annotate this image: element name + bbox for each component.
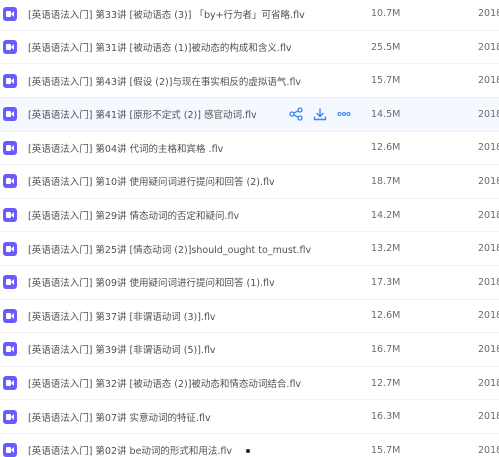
more-icon[interactable] [336,106,352,122]
file-date: 2018- [478,377,499,389]
video-file-icon [3,140,17,155]
file-row[interactable]: [英语语法入门] 第32讲 [被动语态 (2)]被动态和情态动词结合.flv 12… [0,367,499,401]
row-actions [288,98,352,131]
file-date: 2018- [478,276,499,288]
file-date: 2018- [478,175,499,187]
video-file-icon [3,241,17,256]
file-name[interactable]: [英语语法入门] 第29讲 情态动词的否定和疑问.flv [28,199,239,232]
file-size: 16.7M [371,343,401,355]
video-file-icon [3,409,17,424]
video-file-icon [3,6,17,21]
file-name[interactable]: [英语语法入门] 第43讲 [假设 (2)]与现在事实相反的虚拟语气.flv [28,64,301,97]
share-icon[interactable] [288,106,304,122]
file-date: 2018- [478,142,499,154]
file-name[interactable]: [英语语法入门] 第33讲 [被动语态 (3)] 「by+行为者」可省略.flv [28,0,305,30]
file-date: 2018- [478,75,499,87]
file-row[interactable]: [英语语法入门] 第37讲 [非谓语动词 (3)].flv 12.6M 2018- [0,300,499,334]
file-name[interactable]: [英语语法入门] 第31讲 [被动语态 (1)]被动态的构成和含义.flv [28,31,292,64]
file-name[interactable]: [英语语法入门] 第37讲 [非谓语动词 (3)].flv [28,300,216,333]
video-file-icon [3,208,17,223]
file-name[interactable]: [英语语法入门] 第32讲 [被动语态 (2)]被动态和情态动词结合.flv [28,367,301,400]
file-size: 17.3M [371,276,401,288]
file-size: 12.6M [371,142,401,154]
file-size: 25.5M [371,41,401,53]
file-row[interactable]: [英语语法入门] 第10讲 使用疑问词进行提问和回答 (2).flv 18.7M 2… [0,165,499,199]
file-date: 2018- [478,444,499,456]
file-row[interactable]: [英语语法入门] 第07讲 实意动词的特征.flv 16.3M 2018- [0,400,499,434]
file-row[interactable]: [英语语法入门] 第02讲 be动词的形式和用法.flv 15.7M 2018- [0,434,499,457]
video-file-icon [3,376,17,391]
file-row[interactable]: [英语语法入门] 第33讲 [被动语态 (3)] 「by+行为者」可省略.flv… [0,0,499,31]
file-row[interactable]: [英语语法入门] 第43讲 [假设 (2)]与现在事实相反的虚拟语气.flv 15… [0,64,499,98]
file-row[interactable]: [英语语法入门] 第09讲 使用疑问词进行提问和回答 (1).flv 17.3M 2… [0,266,499,300]
file-row[interactable]: [英语语法入门] 第29讲 情态动词的否定和疑问.flv 14.2M 2018- [0,199,499,233]
stray-dot [246,449,250,453]
file-row[interactable]: [英语语法入门] 第39讲 [非谓语动词 (5)].flv 16.7M 2018- [0,333,499,367]
file-size: 12.7M [371,377,401,389]
file-name[interactable]: [英语语法入门] 第39讲 [非谓语动词 (5)].flv [28,333,216,366]
file-name[interactable]: [英语语法入门] 第02讲 be动词的形式和用法.flv [28,434,232,457]
file-date: 2018- [478,41,499,53]
video-file-icon [3,275,17,290]
file-date: 2018- [478,209,499,221]
file-size: 13.2M [371,243,401,255]
file-size: 10.7M [371,8,401,19]
file-name[interactable]: [英语语法入门] 第10讲 使用疑问词进行提问和回答 (2).flv [28,165,275,198]
file-name[interactable]: [英语语法入门] 第25讲 [情态动词 (2)]should_ought to_… [28,232,311,265]
file-date: 2018- [478,108,499,120]
download-icon[interactable] [312,106,328,122]
file-date: 2018- [478,411,499,423]
video-file-icon [3,107,17,122]
video-file-icon [3,443,17,457]
file-date: 2018- [478,343,499,355]
file-list: [英语语法入门] 第33讲 [被动语态 (3)] 「by+行为者」可省略.flv… [0,0,499,457]
file-row[interactable]: [英语语法入门] 第31讲 [被动语态 (1)]被动态的构成和含义.flv 25.… [0,31,499,65]
file-size: 16.3M [371,411,401,423]
video-file-icon [3,342,17,357]
file-name[interactable]: [英语语法入门] 第41讲 [原形不定式 (2)] 感官动词.flv [28,98,257,131]
file-name[interactable]: [英语语法入门] 第07讲 实意动词的特征.flv [28,400,211,433]
video-file-icon [3,174,17,189]
video-file-icon [3,308,17,323]
video-file-icon [3,40,17,55]
file-size: 18.7M [371,175,401,187]
file-row[interactable]: [英语语法入门] 第25讲 [情态动词 (2)]should_ought to_… [0,232,499,266]
file-size: 15.7M [371,75,401,87]
file-size: 15.7M [371,444,401,456]
video-file-icon [3,73,17,88]
file-date: 2018- [478,310,499,322]
file-row[interactable]: [英语语法入门] 第41讲 [原形不定式 (2)] 感官动词.flv 14.5M 2… [0,98,499,132]
file-name[interactable]: [英语语法入门] 第04讲 代词的主格和宾格 .flv [28,132,223,165]
file-row[interactable]: [英语语法入门] 第04讲 代词的主格和宾格 .flv 12.6M 2018- [0,132,499,166]
file-name[interactable]: [英语语法入门] 第09讲 使用疑问词进行提问和回答 (1).flv [28,266,275,299]
file-size: 14.2M [371,209,401,221]
file-size: 14.5M [371,108,401,120]
file-size: 12.6M [371,310,401,322]
file-date: 2018- [478,8,499,19]
file-date: 2018- [478,243,499,255]
